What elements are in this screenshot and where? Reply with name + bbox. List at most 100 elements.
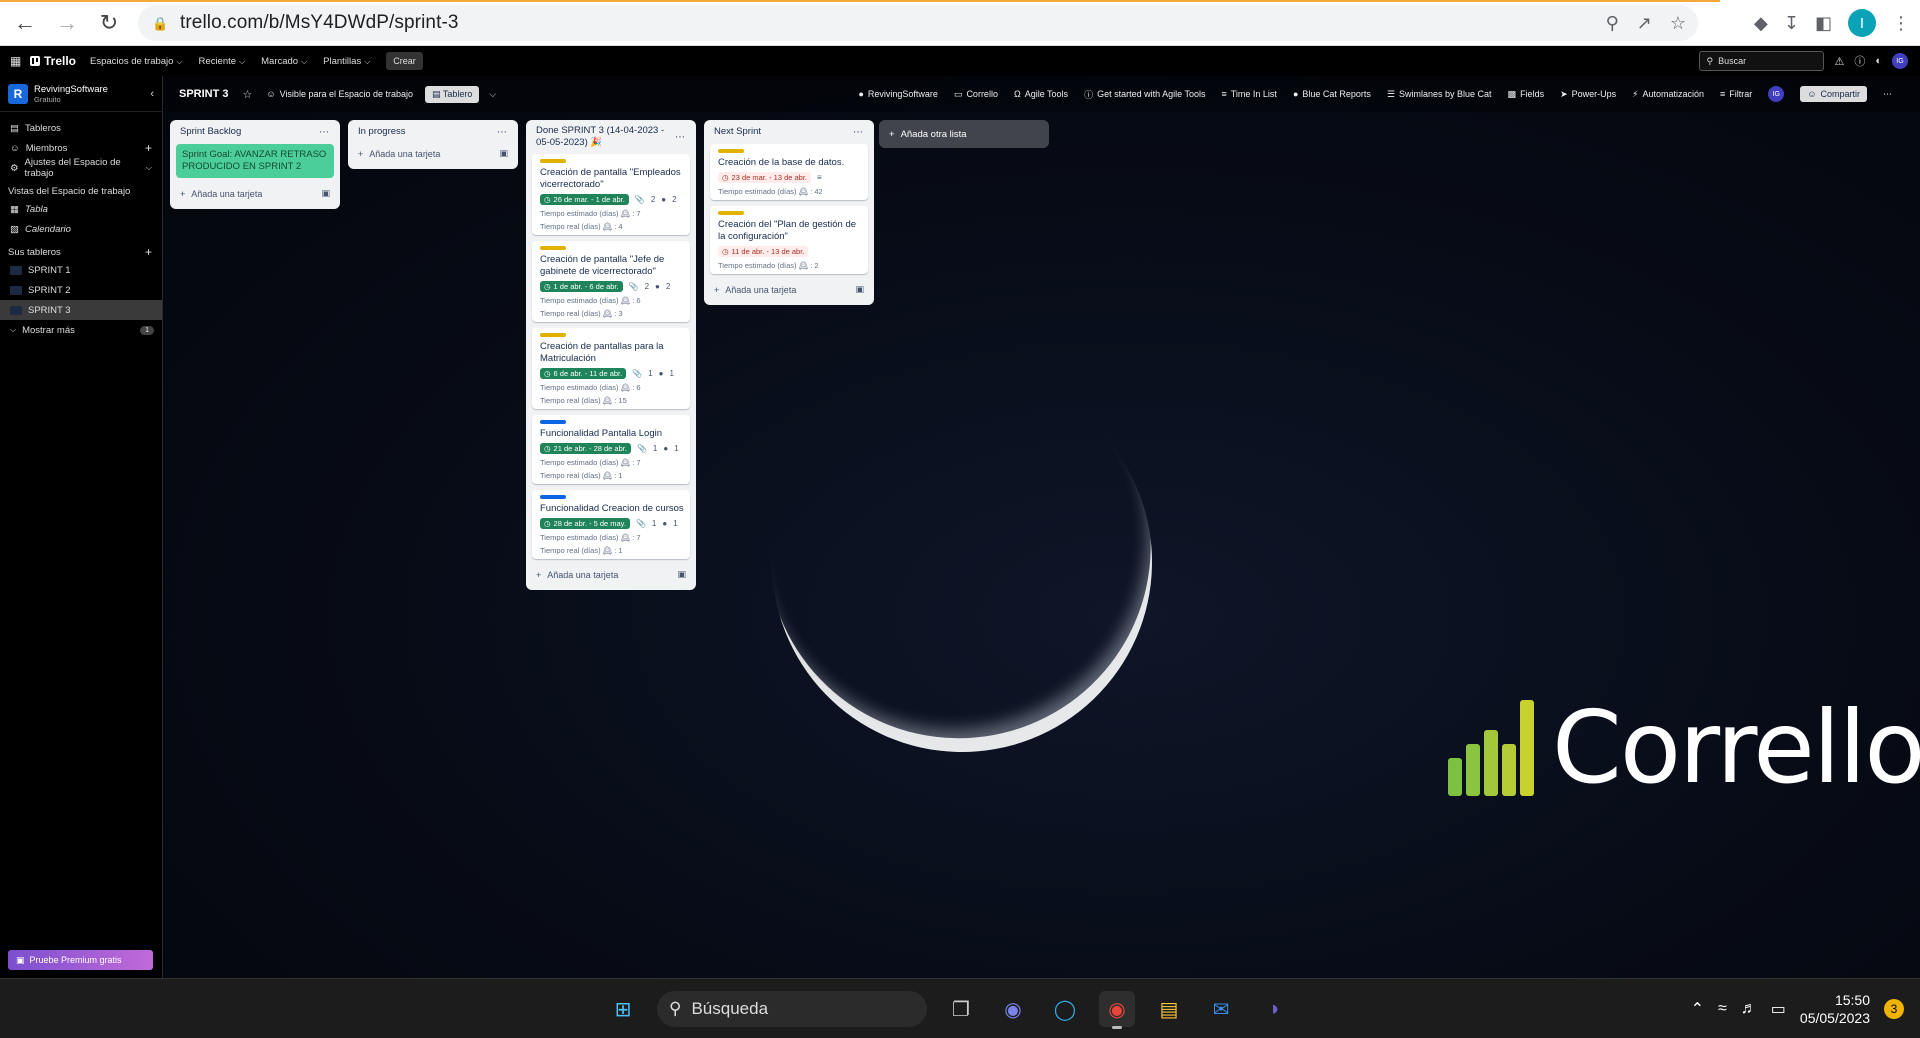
zoom-icon[interactable]: ⚲ bbox=[1606, 13, 1619, 34]
sidebar-item-settings[interactable]: ⚙ Ajustes del Espacio de trabajo ⌵ bbox=[0, 157, 162, 179]
back-icon[interactable]: ← bbox=[8, 6, 42, 40]
address-bar[interactable]: 🔒 trello.com/b/MsY4DWdP/sprint-3 ⚲ ↗ ☆ bbox=[138, 5, 1698, 41]
menu-kebab-icon[interactable]: ⋮ bbox=[1892, 13, 1910, 34]
power-ups-button[interactable]: ➤ Power-Ups bbox=[1560, 89, 1616, 100]
user-avatar[interactable]: IG bbox=[1892, 53, 1908, 69]
sidebar-item-table[interactable]: ▦ Tabla bbox=[0, 199, 162, 219]
extensions-icon[interactable]: ◆ bbox=[1754, 13, 1768, 34]
template-icon[interactable]: ▣ bbox=[677, 569, 686, 580]
powerup-fields[interactable]: ▩ Fields bbox=[1508, 89, 1545, 100]
collapse-sidebar-icon[interactable]: ‹ bbox=[150, 88, 154, 100]
create-button[interactable]: Crear bbox=[386, 52, 423, 70]
notifications-icon[interactable]: ⚠ bbox=[1834, 55, 1844, 68]
sidebar-item-boards[interactable]: ▤ Tableros bbox=[0, 118, 162, 138]
nav-workspaces[interactable]: Espacios de trabajo ⌵ bbox=[90, 56, 183, 67]
edge-icon[interactable]: ◯ bbox=[1047, 991, 1083, 1027]
add-list-button[interactable]: + Añada otra lista bbox=[879, 120, 1049, 148]
card[interactable]: Funcionalidad Pantalla Login ◷ 21 de abr.… bbox=[532, 415, 690, 484]
list-menu-icon[interactable]: ⋯ bbox=[853, 127, 864, 138]
automation-button[interactable]: ⚡ Automatización bbox=[1632, 89, 1704, 100]
powerup-time-in-list[interactable]: ≡ Time In List bbox=[1221, 89, 1276, 99]
board-title[interactable]: SPRINT 3 bbox=[179, 88, 229, 100]
template-icon[interactable]: ▣ bbox=[855, 284, 864, 295]
taskbar-search[interactable]: ⚲ Búsqueda bbox=[657, 991, 927, 1027]
sidebar-board-sprint-2[interactable]: SPRINT 2 bbox=[0, 280, 162, 300]
powerup-agile-tools[interactable]: Ω Agile Tools bbox=[1014, 89, 1068, 99]
due-date-badge[interactable]: ◷ 21 de abr. - 28 de abr. bbox=[540, 443, 631, 454]
member-avatar[interactable]: IG bbox=[1768, 86, 1785, 102]
list-menu-icon[interactable]: ⋯ bbox=[497, 127, 508, 138]
add-board-icon[interactable]: + bbox=[145, 245, 152, 259]
reload-icon[interactable]: ↻ bbox=[92, 6, 126, 40]
due-date-badge[interactable]: ◷ 26 de mar. - 1 de abr. bbox=[540, 194, 629, 205]
windows-start-icon[interactable]: ⊞ bbox=[605, 991, 641, 1027]
template-icon[interactable]: ▣ bbox=[499, 148, 508, 159]
powerup-corrello[interactable]: ▭ Corrello bbox=[954, 89, 998, 100]
download-icon[interactable]: ↧ bbox=[1784, 13, 1799, 34]
try-premium-button[interactable]: ▣ Pruebe Premium gratis bbox=[8, 950, 153, 970]
workspace-name[interactable]: RevivingSoftware bbox=[34, 84, 108, 95]
volume-icon[interactable]: ♬ bbox=[1741, 1000, 1757, 1018]
board-view-button[interactable]: ▤ Tablero bbox=[425, 85, 480, 103]
add-card-button[interactable]: + Añada una tarjeta ▣ bbox=[176, 184, 334, 203]
list-menu-icon[interactable]: ⋯ bbox=[675, 132, 686, 143]
powerup-revivingsoftware[interactable]: ● RevivingSoftware bbox=[858, 89, 937, 99]
chevron-down-icon[interactable]: ⌵ bbox=[489, 89, 496, 100]
bookmark-star-icon[interactable]: ☆ bbox=[1670, 13, 1686, 34]
nav-templates[interactable]: Plantillas ⌵ bbox=[323, 56, 370, 67]
add-card-button[interactable]: + Añada una tarjeta ▣ bbox=[532, 565, 690, 584]
url-text[interactable]: trello.com/b/MsY4DWdP/sprint-3 bbox=[180, 12, 459, 34]
card[interactable]: Creación de pantalla "Jefe de gabinete d… bbox=[532, 241, 690, 322]
powerup-blue-cat-reports[interactable]: ● Blue Cat Reports bbox=[1293, 89, 1371, 99]
chevron-up-icon[interactable]: ⌃ bbox=[1691, 999, 1704, 1019]
list-title[interactable]: Next Sprint bbox=[714, 126, 761, 138]
forward-icon[interactable]: → bbox=[50, 6, 84, 40]
star-icon[interactable]: ☆ bbox=[243, 88, 253, 101]
powerup-get-started[interactable]: ⓘ Get started with Agile Tools bbox=[1084, 88, 1205, 101]
card[interactable]: Creación del "Plan de gestión de la conf… bbox=[710, 206, 868, 274]
list-title[interactable]: Sprint Backlog bbox=[180, 126, 241, 138]
nav-starred[interactable]: Marcado ⌵ bbox=[261, 56, 307, 67]
sidebar-board-sprint-1[interactable]: SPRINT 1 bbox=[0, 260, 162, 280]
share-button[interactable]: ☺ Compartir bbox=[1800, 86, 1867, 102]
mail-icon[interactable]: ✉ bbox=[1203, 991, 1239, 1027]
app-switcher-icon[interactable]: ▦ bbox=[10, 54, 24, 68]
theme-icon[interactable]: ◐ bbox=[1875, 55, 1882, 67]
board-menu-icon[interactable]: ⋯ bbox=[1883, 89, 1892, 100]
card[interactable]: Creación de pantalla "Empleados vicerrec… bbox=[532, 154, 690, 235]
due-date-badge[interactable]: ◷ 6 de abr. - 11 de abr. bbox=[540, 368, 627, 379]
system-clock[interactable]: 15:50 05/05/2023 bbox=[1800, 991, 1870, 1027]
add-card-button[interactable]: + Añada una tarjeta ▣ bbox=[710, 280, 868, 299]
card[interactable]: Creación de pantallas para la Matriculac… bbox=[532, 328, 690, 409]
show-more-boards[interactable]: ⌵ Mostrar más 1 bbox=[0, 320, 162, 340]
add-member-icon[interactable]: + bbox=[145, 141, 152, 155]
trello-logo[interactable]: Trello bbox=[30, 54, 76, 68]
eclipse-icon[interactable]: ◑ bbox=[1255, 991, 1291, 1027]
sidebar-item-calendar[interactable]: ▧ Calendario bbox=[0, 219, 162, 239]
task-view-icon[interactable]: ❐ bbox=[943, 991, 979, 1027]
list-title[interactable]: In progress bbox=[358, 126, 406, 138]
side-panel-icon[interactable]: ◧ bbox=[1815, 13, 1832, 34]
sidebar-board-sprint-3[interactable]: SPRINT 3 bbox=[0, 300, 162, 320]
profile-avatar[interactable]: I bbox=[1848, 9, 1876, 37]
help-icon[interactable]: ⓘ bbox=[1854, 53, 1865, 69]
card-sprint-goal[interactable]: Sprint Goal: AVANZAR RETRASO PRODUCIDO E… bbox=[176, 144, 334, 178]
search-input[interactable]: ⚲ Buscar bbox=[1699, 51, 1825, 71]
filter-button[interactable]: ≡ Filtrar bbox=[1720, 89, 1752, 99]
card[interactable]: Funcionalidad Creacion de cursos ◷ 28 de … bbox=[532, 490, 690, 559]
battery-icon[interactable]: ▭ bbox=[1771, 999, 1786, 1019]
sidebar-item-members[interactable]: ☺ Miembros + bbox=[0, 138, 162, 158]
due-date-badge[interactable]: ◷ 11 de abr. - 13 de abr. bbox=[718, 246, 809, 257]
due-date-badge[interactable]: ◷ 28 de abr. - 5 de may. bbox=[540, 518, 630, 529]
list-title[interactable]: Done SPRINT 3 (14-04-2023 - 05-05-2023) … bbox=[536, 125, 666, 149]
visibility-button[interactable]: ☺ Visible para el Espacio de trabajo bbox=[266, 89, 413, 99]
chrome-icon[interactable]: ◉ bbox=[1099, 991, 1135, 1029]
card[interactable]: Creación de la base de datos. ◷ 23 de mar… bbox=[710, 144, 868, 200]
list-menu-icon[interactable]: ⋯ bbox=[319, 127, 330, 138]
powerup-swimlanes[interactable]: ☰ Swimlanes by Blue Cat bbox=[1387, 89, 1492, 100]
wifi-icon[interactable]: ≈ bbox=[1718, 1000, 1727, 1018]
template-icon[interactable]: ▣ bbox=[321, 188, 330, 199]
notification-badge[interactable]: 3 bbox=[1884, 999, 1904, 1019]
due-date-badge[interactable]: ◷ 23 de mar. - 13 de abr. bbox=[718, 172, 812, 183]
due-date-badge[interactable]: ◷ 1 de abr. - 6 de abr. bbox=[540, 281, 623, 292]
